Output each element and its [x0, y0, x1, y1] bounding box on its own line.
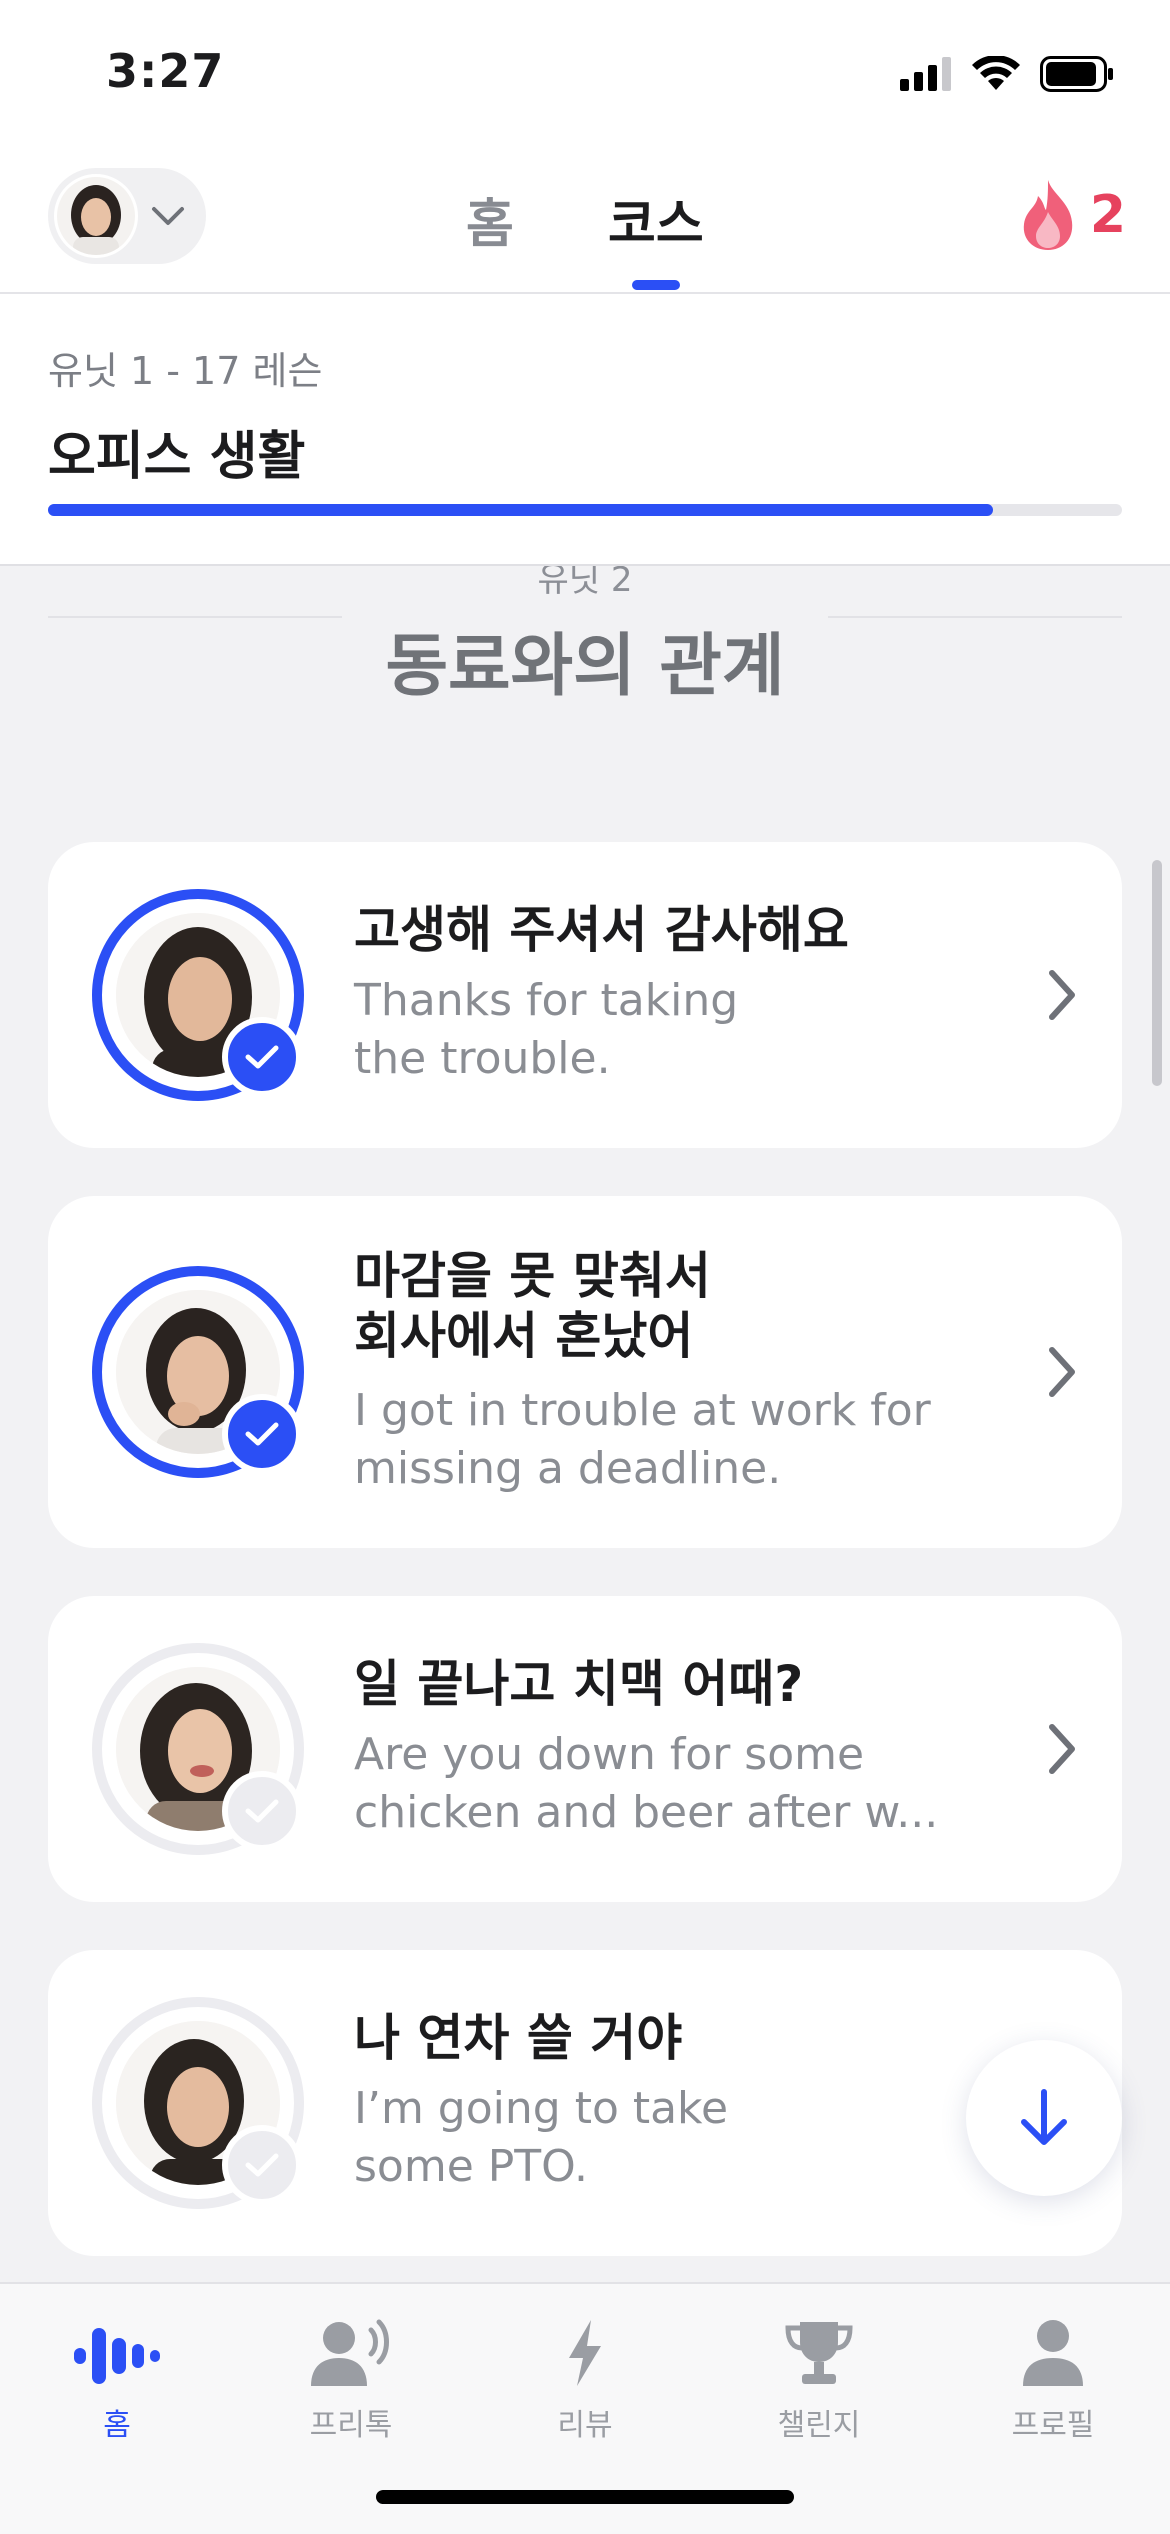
active-tab-indicator — [632, 280, 680, 290]
lesson-card[interactable]: 일 끝나고 치맥 어때? Are you down for some chick… — [48, 1596, 1122, 1902]
lightning-icon — [569, 2320, 601, 2386]
unit-progress-fill — [48, 504, 994, 516]
trophy-icon — [785, 2322, 853, 2384]
incomplete-check-icon — [222, 1771, 302, 1851]
unit-subtitle: 유닛 1 - 17 레슨 — [48, 349, 323, 393]
lesson-avatar-ring — [92, 1997, 304, 2209]
tab-home[interactable]: 홈 — [466, 182, 514, 257]
lesson-avatar-ring — [92, 889, 304, 1101]
lesson-korean-title: 회사에서 혼났어 — [354, 1307, 694, 1365]
lesson-card[interactable]: 마감을 못 맞춰서 회사에서 혼났어 I got in trouble at w… — [48, 1196, 1122, 1548]
tabbar-item-home[interactable]: 홈 — [0, 2304, 234, 2444]
lesson-english-line: chicken and beer after w... — [354, 1787, 939, 1838]
person-icon — [1023, 2320, 1083, 2386]
lesson-english-line: I got in trouble at work for — [354, 1385, 931, 1436]
status-time: 3:27 — [106, 44, 225, 98]
section-title: 동료와의 관계 — [385, 627, 785, 706]
scrollbar[interactable] — [1152, 860, 1162, 1086]
lesson-korean-title: 나 연차 쓸 거야 — [354, 2009, 683, 2067]
lesson-avatar-ring — [92, 1266, 304, 1478]
wifi-icon — [972, 56, 1020, 90]
tabbar-label: 챌린지 — [777, 2408, 861, 2443]
home-indicator — [376, 2490, 794, 2504]
tabbar-label: 프로필 — [1011, 2408, 1095, 2443]
completed-check-icon — [222, 1017, 302, 1097]
tabbar-item-challenge[interactable]: 챌린지 — [702, 2304, 936, 2444]
unit-progress-bar — [48, 504, 1122, 516]
completed-check-icon — [222, 1394, 302, 1474]
lesson-avatar-ring — [92, 1643, 304, 1855]
unit-progress-panel: 유닛 1 - 17 레슨 오피스 생활 — [0, 294, 1170, 566]
lesson-card[interactable]: 나 연차 쓸 거야 I’m going to take some PTO. — [48, 1950, 1122, 2256]
tabbar-label: 리뷰 — [557, 2408, 613, 2443]
lesson-english-line: I’m going to take — [354, 2083, 729, 2134]
flame-icon — [1023, 180, 1073, 250]
section-header: 유닛 2 동료와의 관계 — [0, 560, 1170, 716]
header-tabs: 홈 코스 — [0, 172, 1170, 292]
arrow-down-icon — [1021, 2089, 1067, 2145]
lesson-english-line: Are you down for some — [354, 1729, 865, 1780]
voice-wave-icon — [74, 2328, 160, 2384]
cellular-signal-icon — [900, 57, 951, 91]
lesson-english-line: the trouble. — [354, 1033, 611, 1084]
speaking-person-icon — [311, 2319, 389, 2386]
chevron-right-icon — [1049, 1347, 1075, 1397]
lesson-english-line: some PTO. — [354, 2141, 589, 2192]
battery-icon — [1040, 56, 1113, 92]
lesson-korean-title: 고생해 주셔서 감사해요 — [354, 901, 849, 959]
section-unit-label: 유닛 2 — [537, 560, 633, 600]
status-bar: 3:27 — [0, 0, 1170, 150]
tabbar-label: 프리톡 — [309, 2408, 393, 2443]
unit-title: 오피스 생활 — [48, 427, 306, 487]
lesson-card[interactable]: 고생해 주셔서 감사해요 Thanks for taking the troub… — [48, 842, 1122, 1148]
tabbar-item-profile[interactable]: 프로필 — [936, 2304, 1170, 2444]
tabbar-item-review[interactable]: 리뷰 — [468, 2304, 702, 2444]
lesson-english-line: Thanks for taking — [354, 975, 739, 1026]
status-icons — [900, 54, 1114, 94]
tab-course[interactable]: 코스 — [608, 182, 704, 257]
incomplete-check-icon — [222, 2125, 302, 2205]
tabbar-item-freetalk[interactable]: 프리톡 — [234, 2304, 468, 2444]
tabbar-label: 홈 — [103, 2408, 131, 2443]
chevron-right-icon — [1049, 970, 1075, 1020]
scroll-down-button[interactable] — [966, 2040, 1122, 2196]
streak-count: 2 — [1089, 185, 1126, 245]
streak-counter[interactable]: 2 — [1018, 178, 1126, 252]
lesson-english-line: missing a deadline. — [354, 1443, 782, 1494]
lesson-korean-title: 마감을 못 맞춰서 — [354, 1247, 711, 1305]
chevron-right-icon — [1049, 1724, 1075, 1774]
lesson-korean-title: 일 끝나고 치맥 어때? — [354, 1655, 804, 1713]
